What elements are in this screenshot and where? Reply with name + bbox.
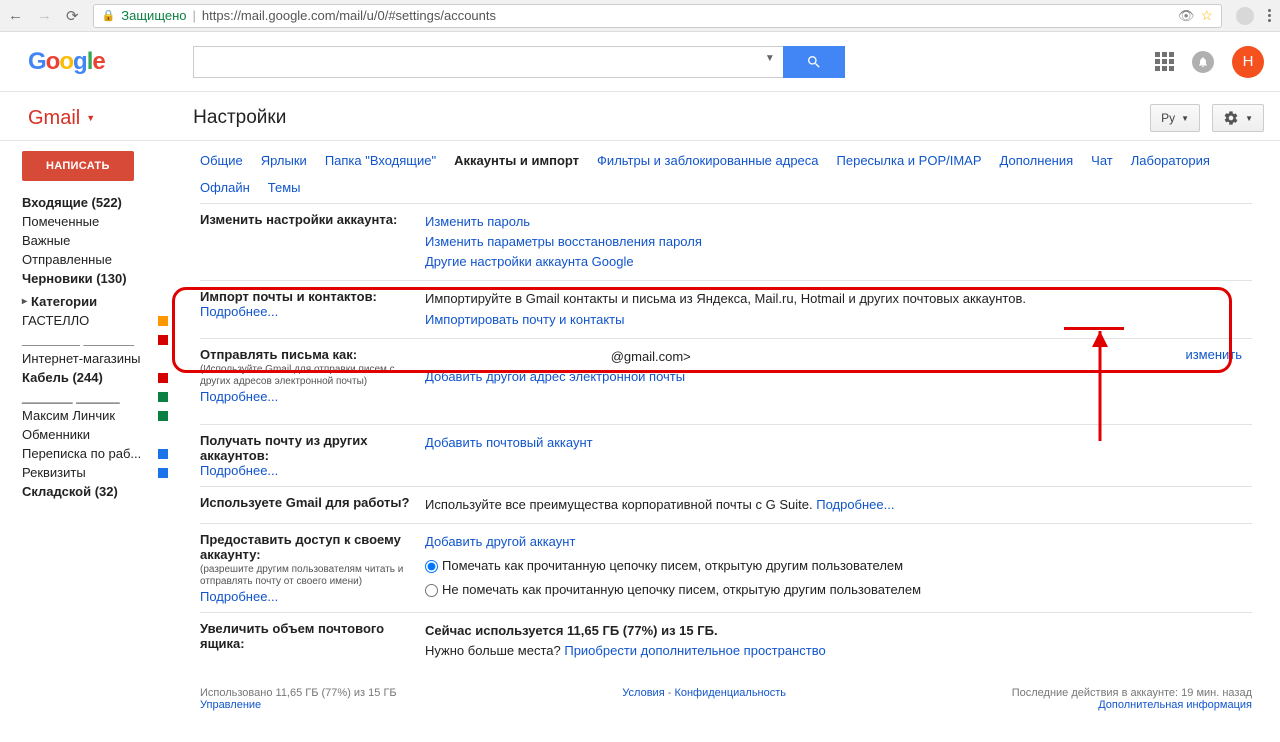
- chrome-menu-icon[interactable]: [1268, 9, 1272, 22]
- label-item[interactable]: _______ ______: [22, 387, 180, 406]
- settings-tab[interactable]: Пересылка и POP/IMAP: [837, 153, 982, 168]
- label-color-icon: [158, 411, 168, 421]
- compose-button[interactable]: НАПИСАТЬ: [22, 151, 134, 181]
- gmail-logo[interactable]: Gmail: [28, 107, 80, 130]
- settings-tab[interactable]: Офлайн: [200, 180, 250, 195]
- label-color-icon: [158, 335, 168, 345]
- mark-read-radio[interactable]: [425, 560, 438, 573]
- settings-tab[interactable]: Ярлыки: [261, 153, 307, 168]
- account-link[interactable]: Изменить пароль: [425, 214, 530, 229]
- main-content: Общие Ярлыки Папка "Входящие" Аккаунты и им…: [180, 141, 1280, 731]
- settings-tab[interactable]: Темы: [268, 180, 301, 195]
- title-row: Gmail ▼ Настройки Ру▼ ▼: [0, 92, 1280, 141]
- settings-tab[interactable]: Аккаунты и импорт: [454, 153, 579, 168]
- settings-tab[interactable]: Чат: [1091, 153, 1113, 168]
- search-input[interactable]: ▼: [193, 46, 783, 78]
- privacy-link[interactable]: Конфиденциальность: [674, 687, 786, 699]
- add-mail-account-link[interactable]: Добавить почтовый аккаунт: [425, 435, 593, 450]
- search-icon: [806, 54, 822, 70]
- settings-tabs: Общие Ярлыки Папка "Входящие" Аккаунты и им…: [200, 153, 1252, 195]
- search-dropdown-icon[interactable]: ▼: [765, 53, 775, 64]
- footer: Использовано 11,65 ГБ (77%) из 15 ГБ Упр…: [200, 687, 1252, 711]
- sidebar: НАПИСАТЬ Входящие (522)ПомеченныеВажныеО…: [0, 141, 180, 731]
- annotation-underline: [1064, 327, 1124, 330]
- account-link[interactable]: Другие настройки аккаунта Google: [425, 254, 634, 269]
- lock-icon: 🔒: [102, 9, 116, 22]
- label-item[interactable]: Переписка по раб...: [22, 444, 180, 463]
- sendas-email: @gmail.com>: [611, 349, 691, 364]
- label-color-icon: [158, 392, 168, 402]
- folder-item[interactable]: Важные: [22, 231, 180, 250]
- google-header: Google ▼ Н: [0, 32, 1280, 92]
- sendas-more-link[interactable]: Подробнее...: [200, 389, 278, 404]
- terms-link[interactable]: Условия: [622, 687, 664, 699]
- import-link[interactable]: Импортировать почту и контакты: [425, 312, 624, 327]
- import-more-link[interactable]: Подробнее...: [200, 304, 278, 319]
- browser-chrome: ← → ⟳ 🔒 Защищено | https://mail.google.c…: [0, 0, 1280, 32]
- eye-icon[interactable]: 👁: [1178, 8, 1195, 24]
- avatar[interactable]: Н: [1232, 46, 1264, 78]
- label-item[interactable]: Обменники: [22, 425, 180, 444]
- settings-tab[interactable]: Фильтры и заблокированные адреса: [597, 153, 818, 168]
- notifications-icon[interactable]: [1192, 51, 1214, 73]
- row-storage: Увеличить объем почтового ящика: Сейчас …: [200, 612, 1252, 669]
- annotation-arrow-icon: [1080, 331, 1120, 461]
- label-item[interactable]: Кабель (244): [22, 368, 180, 387]
- google-logo[interactable]: Google: [28, 48, 105, 76]
- secure-label: Защищено: [121, 8, 186, 23]
- gmail-dropdown-icon[interactable]: ▼: [86, 113, 95, 123]
- folder-item[interactable]: Помеченные: [22, 212, 180, 231]
- categories-header[interactable]: Категории: [22, 292, 180, 311]
- language-button[interactable]: Ру▼: [1150, 104, 1200, 132]
- url-text: https://mail.google.com/mail/u/0/#settin…: [202, 8, 496, 23]
- url-bar[interactable]: 🔒 Защищено | https://mail.google.com/mai…: [93, 4, 1222, 28]
- star-icon[interactable]: ☆: [1200, 7, 1213, 24]
- label-color-icon: [158, 449, 168, 459]
- row-work: Используете Gmail для работы? Используйт…: [200, 486, 1252, 523]
- activity-info-link[interactable]: Дополнительная информация: [1098, 699, 1252, 711]
- label-item[interactable]: ГАСТЕЛЛО: [22, 311, 180, 330]
- apps-icon[interactable]: [1155, 52, 1174, 71]
- settings-button[interactable]: ▼: [1212, 104, 1264, 132]
- label-color-icon: [158, 373, 168, 383]
- label-color-icon: [158, 316, 168, 326]
- page-title: Настройки: [193, 107, 286, 129]
- label-item[interactable]: Интернет-магазины: [22, 349, 180, 368]
- gsuite-more-link[interactable]: Подробнее...: [816, 497, 894, 512]
- row-account-settings: Изменить настройки аккаунта: Изменить па…: [200, 203, 1252, 280]
- folder-item[interactable]: Входящие (522): [22, 193, 180, 212]
- settings-tab[interactable]: Лаборатория: [1131, 153, 1210, 168]
- grant-more-link[interactable]: Подробнее...: [200, 589, 278, 604]
- label-item[interactable]: Реквизиты: [22, 463, 180, 482]
- reload-icon[interactable]: ⟳: [66, 7, 79, 25]
- settings-tab[interactable]: Дополнения: [1000, 153, 1074, 168]
- label-item[interactable]: ________ _______: [22, 330, 180, 349]
- receive-more-link[interactable]: Подробнее...: [200, 463, 278, 478]
- folder-item[interactable]: Отправленные: [22, 250, 180, 269]
- extension-icon[interactable]: [1236, 7, 1254, 25]
- label-item[interactable]: Складской (32): [22, 482, 180, 501]
- settings-tab[interactable]: Папка "Входящие": [325, 153, 436, 168]
- gear-icon: [1223, 110, 1239, 126]
- back-icon[interactable]: ←: [8, 7, 23, 24]
- add-account-link[interactable]: Добавить другой аккаунт: [425, 534, 575, 549]
- folder-item[interactable]: Черновики (130): [22, 269, 180, 288]
- add-address-link[interactable]: Добавить другой адрес электронной почты: [425, 369, 685, 384]
- label-color-icon: [158, 468, 168, 478]
- edit-link[interactable]: изменить: [1185, 347, 1242, 362]
- account-link[interactable]: Изменить параметры восстановления пароля: [425, 234, 702, 249]
- forward-icon: →: [37, 7, 52, 24]
- search-button[interactable]: [783, 46, 845, 78]
- label-item[interactable]: Максим Линчик: [22, 406, 180, 425]
- manage-storage-link[interactable]: Управление: [200, 699, 261, 711]
- dont-mark-read-radio[interactable]: [425, 584, 438, 597]
- settings-tab[interactable]: Общие: [200, 153, 243, 168]
- row-grant-access: Предоставить доступ к своему аккаунту: (…: [200, 523, 1252, 612]
- buy-storage-link[interactable]: Приобрести дополнительное пространство: [564, 643, 825, 658]
